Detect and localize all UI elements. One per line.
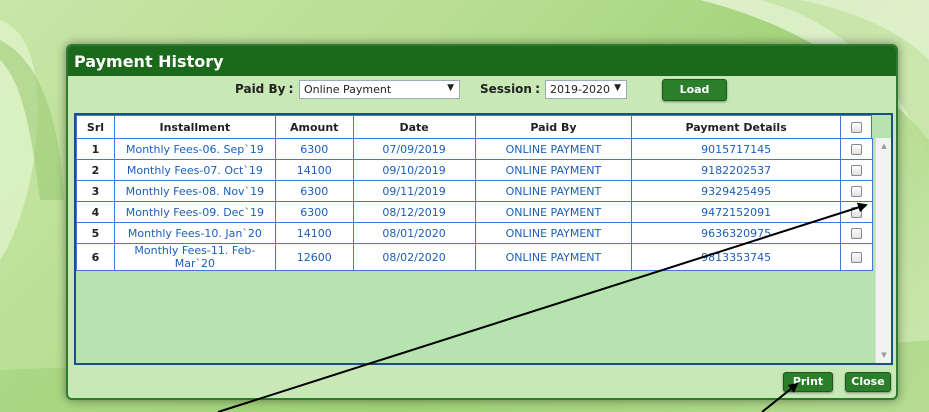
cell-date: 08/01/2020 bbox=[352, 222, 476, 244]
cell-installment: Monthly Fees-09. Dec`19 bbox=[113, 201, 276, 223]
close-button[interactable]: Close bbox=[845, 372, 891, 392]
row-checkbox[interactable] bbox=[851, 252, 862, 263]
column-header-paid-by: Paid By bbox=[474, 115, 633, 139]
table-row: 4 Monthly Fees-09. Dec`19 6300 08/12/201… bbox=[76, 201, 873, 223]
cell-srl: 1 bbox=[76, 138, 115, 160]
payment-table-container: Srl Installment Amount Date Paid By Paym… bbox=[74, 113, 893, 365]
table-row: 3 Monthly Fees-08. Nov`19 6300 09/11/201… bbox=[76, 180, 873, 202]
chevron-down-icon: ▼ bbox=[614, 83, 621, 93]
payment-history-dialog: Payment History Paid By: Online Payment … bbox=[66, 44, 898, 400]
cell-installment: Monthly Fees-08. Nov`19 bbox=[113, 180, 276, 202]
cell-payment-details: 9472152091 bbox=[631, 201, 841, 223]
table-row: 2 Monthly Fees-07. Oct`19 14100 09/10/20… bbox=[76, 159, 873, 181]
scroll-up-icon[interactable]: ▲ bbox=[876, 142, 892, 150]
paid-by-select[interactable]: Online Payment ▼ bbox=[299, 80, 460, 99]
cell-paid-by: ONLINE PAYMENT bbox=[474, 159, 633, 181]
cell-payment-details: 9636320975 bbox=[631, 222, 841, 244]
cell-date: 07/09/2019 bbox=[352, 138, 476, 160]
column-header-payment-details: Payment Details bbox=[631, 115, 841, 139]
select-all-checkbox-cell bbox=[840, 115, 873, 139]
row-checkbox[interactable] bbox=[851, 144, 862, 155]
paid-by-select-value: Online Payment bbox=[304, 83, 392, 96]
cell-checkbox bbox=[840, 159, 873, 181]
table-row: 1 Monthly Fees-06. Sep`19 6300 07/09/201… bbox=[76, 138, 873, 160]
session-label: Session: bbox=[480, 82, 541, 97]
table-header-row: Srl Installment Amount Date Paid By Paym… bbox=[76, 115, 873, 139]
cell-date: 08/02/2020 bbox=[352, 243, 476, 271]
table-scrollbar[interactable]: ▲ ▼ bbox=[875, 138, 891, 363]
table-row: 6 Monthly Fees-11. Feb-Mar`20 12600 08/0… bbox=[76, 243, 873, 271]
cell-date: 09/11/2019 bbox=[352, 180, 476, 202]
cell-amount: 14100 bbox=[274, 222, 354, 244]
cell-paid-by: ONLINE PAYMENT bbox=[474, 180, 633, 202]
cell-paid-by: ONLINE PAYMENT bbox=[474, 243, 633, 271]
filter-row: Paid By: Online Payment ▼ Session: 2019-… bbox=[68, 76, 896, 102]
scroll-down-icon[interactable]: ▼ bbox=[876, 351, 892, 359]
print-button[interactable]: Print bbox=[783, 372, 833, 392]
cell-installment: Monthly Fees-11. Feb-Mar`20 bbox=[113, 243, 276, 271]
header-filler bbox=[871, 115, 891, 138]
cell-payment-details: 9182202537 bbox=[631, 159, 841, 181]
column-header-amount: Amount bbox=[274, 115, 354, 139]
cell-amount: 6300 bbox=[274, 201, 354, 223]
cell-installment: Monthly Fees-10. Jan`20 bbox=[113, 222, 276, 244]
session-select[interactable]: 2019-2020 ▼ bbox=[545, 80, 627, 99]
row-checkbox[interactable] bbox=[851, 228, 862, 239]
cell-checkbox bbox=[840, 222, 873, 244]
cell-srl: 2 bbox=[76, 159, 115, 181]
table-row: 5 Monthly Fees-10. Jan`20 14100 08/01/20… bbox=[76, 222, 873, 244]
cell-amount: 14100 bbox=[274, 159, 354, 181]
cell-amount: 6300 bbox=[274, 138, 354, 160]
cell-amount: 12600 bbox=[274, 243, 354, 271]
cell-checkbox bbox=[840, 243, 873, 271]
session-select-value: 2019-2020 bbox=[550, 83, 610, 96]
paid-by-filter-label: Paid By: bbox=[235, 82, 294, 97]
cell-checkbox bbox=[840, 180, 873, 202]
row-checkbox[interactable] bbox=[851, 186, 862, 197]
cell-paid-by: ONLINE PAYMENT bbox=[474, 138, 633, 160]
cell-srl: 3 bbox=[76, 180, 115, 202]
cell-payment-details: 9329425495 bbox=[631, 180, 841, 202]
select-all-checkbox[interactable] bbox=[851, 122, 862, 133]
dialog-title: Payment History bbox=[68, 46, 896, 76]
cell-srl: 5 bbox=[76, 222, 115, 244]
cell-amount: 6300 bbox=[274, 180, 354, 202]
row-checkbox[interactable] bbox=[851, 207, 862, 218]
cell-srl: 6 bbox=[76, 243, 115, 271]
cell-installment: Monthly Fees-07. Oct`19 bbox=[113, 159, 276, 181]
row-checkbox[interactable] bbox=[851, 165, 862, 176]
cell-paid-by: ONLINE PAYMENT bbox=[474, 222, 633, 244]
cell-date: 09/10/2019 bbox=[352, 159, 476, 181]
cell-payment-details: 9015717145 bbox=[631, 138, 841, 160]
cell-srl: 4 bbox=[76, 201, 115, 223]
cell-checkbox bbox=[840, 201, 873, 223]
payment-table: Srl Installment Amount Date Paid By Paym… bbox=[76, 115, 873, 271]
cell-date: 08/12/2019 bbox=[352, 201, 476, 223]
column-header-installment: Installment bbox=[113, 115, 276, 139]
chevron-down-icon: ▼ bbox=[447, 83, 454, 93]
cell-checkbox bbox=[840, 138, 873, 160]
column-header-srl: Srl bbox=[76, 115, 115, 139]
cell-installment: Monthly Fees-06. Sep`19 bbox=[113, 138, 276, 160]
load-button[interactable]: Load bbox=[662, 79, 727, 101]
column-header-date: Date bbox=[352, 115, 476, 139]
cell-payment-details: 9813353745 bbox=[631, 243, 841, 271]
cell-paid-by: ONLINE PAYMENT bbox=[474, 201, 633, 223]
